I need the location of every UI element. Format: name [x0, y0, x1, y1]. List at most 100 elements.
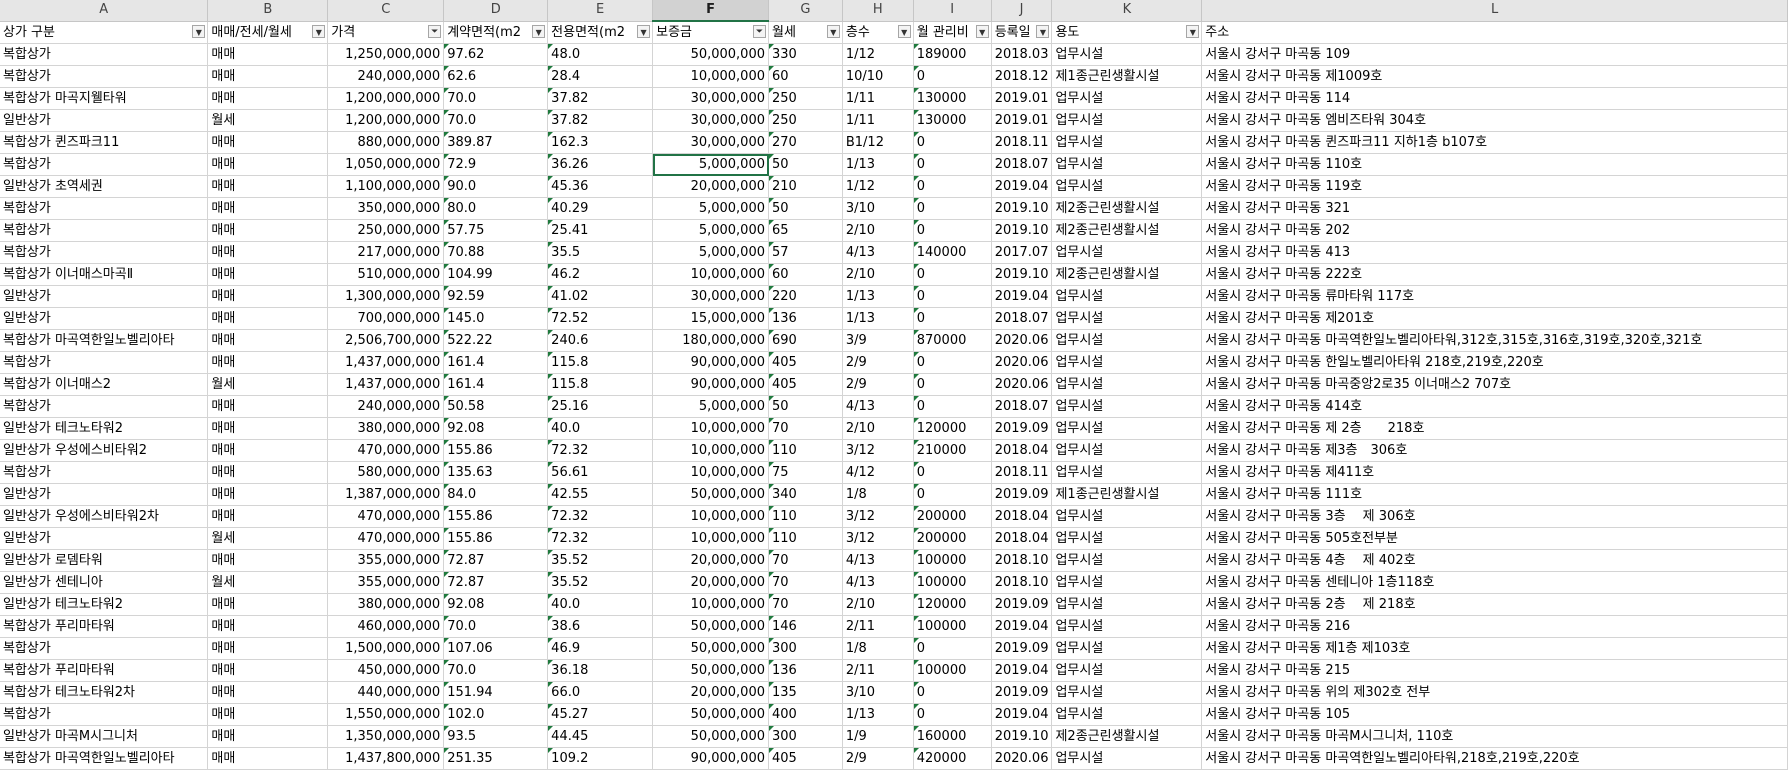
cell[interactable]: 3/12	[842, 439, 914, 462]
cell[interactable]: 30,000,000	[652, 131, 769, 154]
cell[interactable]: 업무시설	[1051, 153, 1203, 176]
cell[interactable]: 2017.07	[991, 241, 1053, 264]
cell[interactable]: 업무시설	[1051, 307, 1203, 330]
cell[interactable]: 0	[913, 637, 992, 660]
cell[interactable]: 37.82	[547, 109, 654, 132]
cell[interactable]: 100000	[913, 659, 992, 682]
cell[interactable]: 서울시 강서구 마곡동 4층 제 402호	[1201, 549, 1788, 572]
cell[interactable]: 0	[913, 175, 992, 198]
cell[interactable]: 330	[768, 43, 843, 66]
cell[interactable]: 복합상가 마곡지웰타워	[0, 87, 209, 110]
cell[interactable]: 470,000,000	[327, 439, 445, 462]
cell[interactable]: 135	[768, 681, 843, 704]
cell[interactable]: 2/9	[842, 351, 914, 374]
cell[interactable]: 50,000,000	[652, 659, 769, 682]
cell[interactable]: 제2종근린생활시설	[1051, 263, 1203, 286]
cell[interactable]: 115.8	[547, 351, 654, 374]
cell[interactable]: 350,000,000	[327, 197, 445, 220]
cell[interactable]: 75	[768, 461, 843, 484]
cell[interactable]: 240,000,000	[327, 65, 445, 88]
cell[interactable]: 매매	[207, 483, 329, 506]
cell[interactable]: 240.6	[547, 329, 654, 352]
cell[interactable]: 2/10	[842, 417, 914, 440]
cell[interactable]: 1,437,000,000	[327, 373, 445, 396]
cell[interactable]: 2019.01	[991, 87, 1053, 110]
cell[interactable]: 20,000,000	[652, 175, 769, 198]
cell[interactable]: 복합상가	[0, 241, 209, 264]
cell[interactable]: 0	[913, 263, 992, 286]
cell[interactable]: 355,000,000	[327, 549, 445, 572]
field-header-cell[interactable]: 월세 ▼	[768, 21, 843, 44]
cell[interactable]: 140000	[913, 241, 992, 264]
cell[interactable]: 70	[768, 549, 843, 572]
cell[interactable]: 업무시설	[1051, 615, 1203, 638]
cell[interactable]: 115.8	[547, 373, 654, 396]
cell[interactable]: 서울시 강서구 마곡동 위의 제302호 전부	[1201, 681, 1788, 704]
cell[interactable]: 44.45	[547, 725, 654, 748]
cell[interactable]: 1,300,000,000	[327, 285, 445, 308]
cell[interactable]: 2018.11	[991, 131, 1053, 154]
cell[interactable]: 2019.09	[991, 417, 1053, 440]
cell[interactable]: 2019.01	[991, 109, 1053, 132]
cell[interactable]: 155.86	[443, 527, 549, 550]
cell[interactable]: 2020.06	[991, 329, 1053, 352]
cell[interactable]: 1/12	[842, 43, 914, 66]
cell[interactable]: 서울시 강서구 마곡동 111호	[1201, 483, 1788, 506]
cell[interactable]: 서울시 강서구 마곡동 류마타워 117호	[1201, 285, 1788, 308]
cell[interactable]: 30,000,000	[652, 109, 769, 132]
cell[interactable]: 업무시설	[1051, 681, 1203, 704]
cell[interactable]: 72.32	[547, 505, 654, 528]
cell[interactable]: 서울시 강서구 마곡동 2층 제 218호	[1201, 593, 1788, 616]
cell[interactable]: 40.0	[547, 417, 654, 440]
cell[interactable]: 1,437,000,000	[327, 351, 445, 374]
cell[interactable]: 522.22	[443, 329, 549, 352]
cell[interactable]: 10,000,000	[652, 65, 769, 88]
cell[interactable]: 2018.07	[991, 307, 1053, 330]
cell[interactable]: 1/12	[842, 175, 914, 198]
cell[interactable]: 1/9	[842, 725, 914, 748]
cell[interactable]: 서울시 강서구 마곡동 222호	[1201, 263, 1788, 286]
cell[interactable]: 420000	[913, 747, 992, 770]
cell[interactable]: 2018.04	[991, 505, 1053, 528]
cell[interactable]: 300	[768, 725, 843, 748]
cell[interactable]: 일반상가	[0, 307, 209, 330]
cell[interactable]: 162.3	[547, 131, 654, 154]
cell[interactable]: 2019.09	[991, 483, 1053, 506]
cell[interactable]: 서울시 강서구 마곡동 제201호	[1201, 307, 1788, 330]
cell[interactable]: 복합상가 푸리마타워	[0, 659, 209, 682]
cell[interactable]: 70	[768, 571, 843, 594]
cell[interactable]: 20,000,000	[652, 571, 769, 594]
cell[interactable]: 서울시 강서구 마곡동 제3층 306호	[1201, 439, 1788, 462]
cell[interactable]: 매매	[207, 351, 329, 374]
cell[interactable]: 1,437,800,000	[327, 747, 445, 770]
cell[interactable]: 3/10	[842, 681, 914, 704]
cell[interactable]: 1,050,000,000	[327, 153, 445, 176]
cell[interactable]: 50,000,000	[652, 725, 769, 748]
cell[interactable]: 100000	[913, 615, 992, 638]
cell[interactable]: 0	[913, 285, 992, 308]
filter-dropdown-icon[interactable]: ▼	[637, 24, 651, 38]
cell[interactable]: 2/10	[842, 593, 914, 616]
cell[interactable]: 189000	[913, 43, 992, 66]
cell[interactable]: 일반상가	[0, 109, 209, 132]
cell[interactable]: 10,000,000	[652, 505, 769, 528]
cell[interactable]: 업무시설	[1051, 351, 1203, 374]
cell[interactable]: 매매	[207, 87, 329, 110]
field-header-cell[interactable]: 가격 ⏷	[327, 21, 445, 44]
cell[interactable]: 48.0	[547, 43, 654, 66]
cell[interactable]: 2018.07	[991, 395, 1053, 418]
cell[interactable]: 210000	[913, 439, 992, 462]
cell[interactable]: 110	[768, 527, 843, 550]
cell[interactable]: 매매	[207, 725, 329, 748]
cell[interactable]: 서울시 강서구 마곡동 216	[1201, 615, 1788, 638]
cell[interactable]: 10,000,000	[652, 417, 769, 440]
cell[interactable]: 매매	[207, 461, 329, 484]
cell[interactable]: 160000	[913, 725, 992, 748]
filter-dropdown-icon[interactable]: ▼	[897, 24, 911, 38]
cell[interactable]: 4/13	[842, 549, 914, 572]
cell[interactable]: 45.36	[547, 175, 654, 198]
cell[interactable]: 84.0	[443, 483, 549, 506]
cell[interactable]: 매매	[207, 175, 329, 198]
cell[interactable]: 일반상가 우성에스비타워2	[0, 439, 209, 462]
cell[interactable]: 30,000,000	[652, 285, 769, 308]
